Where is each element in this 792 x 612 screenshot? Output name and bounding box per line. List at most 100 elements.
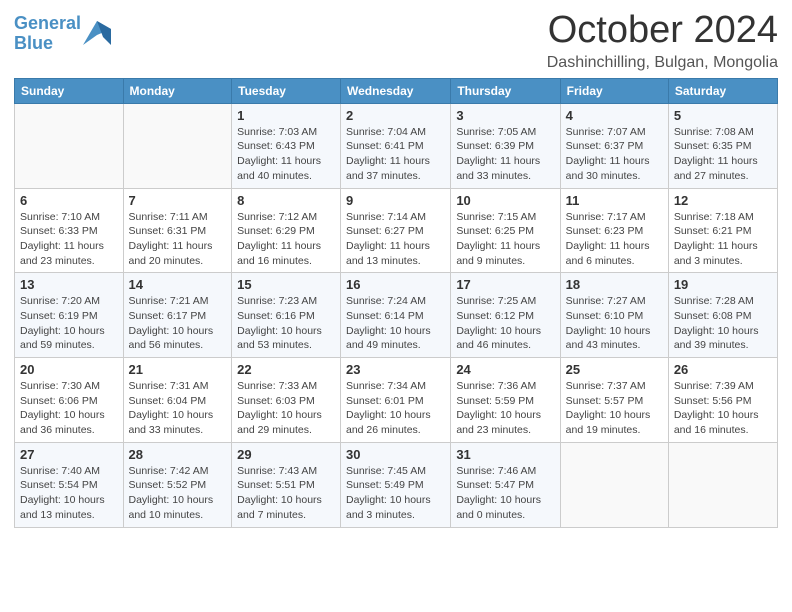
day-info: Sunrise: 7:45 AMSunset: 5:49 PMDaylight:…: [346, 464, 445, 523]
day-number: 9: [346, 193, 445, 208]
day-number: 1: [237, 108, 335, 123]
day-number: 19: [674, 277, 772, 292]
logo: General Blue: [14, 14, 111, 54]
logo-general: General: [14, 13, 81, 33]
day-number: 12: [674, 193, 772, 208]
calendar-cell: [668, 442, 777, 527]
day-number: 29: [237, 447, 335, 462]
title-block: October 2024 Dashinchilling, Bulgan, Mon…: [547, 10, 778, 72]
day-info: Sunrise: 7:10 AMSunset: 6:33 PMDaylight:…: [20, 210, 118, 269]
day-number: 11: [566, 193, 663, 208]
calendar-cell: 4Sunrise: 7:07 AMSunset: 6:37 PMDaylight…: [560, 103, 668, 188]
day-number: 7: [129, 193, 227, 208]
calendar-cell: 20 Sunrise: 7:30 AMSunset: 6:06 PMDayligh…: [15, 358, 124, 443]
calendar-cell: 12 Sunrise: 7:18 AMSunset: 6:21 PMDayligh…: [668, 188, 777, 273]
col-tuesday: Tuesday: [232, 78, 341, 103]
day-info: Sunrise: 7:46 AMSunset: 5:47 PMDaylight:…: [456, 464, 554, 523]
day-number: 18: [566, 277, 663, 292]
day-info: Sunrise: 7:04 AMSunset: 6:41 PMDaylight:…: [346, 125, 445, 184]
day-info: Sunrise: 7:40 AMSunset: 5:54 PMDaylight:…: [20, 464, 118, 523]
calendar-cell: 19 Sunrise: 7:28 AMSunset: 6:08 PMDayligh…: [668, 273, 777, 358]
calendar-cell: 8 Sunrise: 7:12 AMSunset: 6:29 PMDaylight…: [232, 188, 341, 273]
day-info: Sunrise: 7:30 AMSunset: 6:06 PMDaylight:…: [20, 379, 118, 438]
day-number: 2: [346, 108, 445, 123]
day-info: Sunrise: 7:33 AMSunset: 6:03 PMDaylight:…: [237, 379, 335, 438]
day-info: Sunrise: 7:15 AMSunset: 6:25 PMDaylight:…: [456, 210, 554, 269]
day-info: Sunrise: 7:39 AMSunset: 5:56 PMDaylight:…: [674, 379, 772, 438]
calendar-cell: [560, 442, 668, 527]
col-monday: Monday: [123, 78, 232, 103]
calendar-cell: 28 Sunrise: 7:42 AMSunset: 5:52 PMDayligh…: [123, 442, 232, 527]
day-info: Sunrise: 7:23 AMSunset: 6:16 PMDaylight:…: [237, 294, 335, 353]
day-info: Sunrise: 7:25 AMSunset: 6:12 PMDaylight:…: [456, 294, 554, 353]
calendar-cell: 29 Sunrise: 7:43 AMSunset: 5:51 PMDayligh…: [232, 442, 341, 527]
calendar-cell: 17 Sunrise: 7:25 AMSunset: 6:12 PMDayligh…: [451, 273, 560, 358]
day-number: 17: [456, 277, 554, 292]
day-number: 4: [566, 108, 663, 123]
col-wednesday: Wednesday: [341, 78, 451, 103]
calendar-cell: 1 Sunrise: 7:03 AMSunset: 6:43 PMDaylight…: [232, 103, 341, 188]
calendar-cell: 15 Sunrise: 7:23 AMSunset: 6:16 PMDayligh…: [232, 273, 341, 358]
calendar-cell: 22 Sunrise: 7:33 AMSunset: 6:03 PMDayligh…: [232, 358, 341, 443]
day-number: 27: [20, 447, 118, 462]
day-info: Sunrise: 7:31 AMSunset: 6:04 PMDaylight:…: [129, 379, 227, 438]
logo-text: General: [14, 14, 81, 34]
day-info: Sunrise: 7:05 AMSunset: 6:39 PMDaylight:…: [456, 125, 554, 184]
calendar-cell: 3 Sunrise: 7:05 AMSunset: 6:39 PMDaylight…: [451, 103, 560, 188]
col-thursday: Thursday: [451, 78, 560, 103]
day-number: 15: [237, 277, 335, 292]
day-number: 16: [346, 277, 445, 292]
calendar-cell: 5 Sunrise: 7:08 AMSunset: 6:35 PMDaylight…: [668, 103, 777, 188]
day-number: 25: [566, 362, 663, 377]
day-info: Sunrise: 7:42 AMSunset: 5:52 PMDaylight:…: [129, 464, 227, 523]
calendar-cell: 13 Sunrise: 7:20 AMSunset: 6:19 PMDayligh…: [15, 273, 124, 358]
day-number: 22: [237, 362, 335, 377]
day-info: Sunrise: 7:21 AMSunset: 6:17 PMDaylight:…: [129, 294, 227, 353]
day-number: 8: [237, 193, 335, 208]
day-info: Sunrise: 7:24 AMSunset: 6:14 PMDaylight:…: [346, 294, 445, 353]
day-info: Sunrise: 7:28 AMSunset: 6:08 PMDaylight:…: [674, 294, 772, 353]
logo-blue: Blue: [14, 34, 81, 54]
day-number: 5: [674, 108, 772, 123]
calendar-cell: 23 Sunrise: 7:34 AMSunset: 6:01 PMDayligh…: [341, 358, 451, 443]
day-info: Sunrise: 7:27 AMSunset: 6:10 PMDaylight:…: [566, 294, 663, 353]
location-subtitle: Dashinchilling, Bulgan, Mongolia: [547, 54, 778, 72]
day-info: Sunrise: 7:36 AMSunset: 5:59 PMDaylight:…: [456, 379, 554, 438]
calendar-cell: 27 Sunrise: 7:40 AMSunset: 5:54 PMDayligh…: [15, 442, 124, 527]
calendar-cell: 25Sunrise: 7:37 AMSunset: 5:57 PMDayligh…: [560, 358, 668, 443]
calendar-cell: 18 Sunrise: 7:27 AMSunset: 6:10 PMDayligh…: [560, 273, 668, 358]
month-title: October 2024: [547, 10, 778, 52]
day-info: Sunrise: 7:20 AMSunset: 6:19 PMDaylight:…: [20, 294, 118, 353]
calendar-cell: 21 Sunrise: 7:31 AMSunset: 6:04 PMDayligh…: [123, 358, 232, 443]
day-number: 23: [346, 362, 445, 377]
calendar-cell: 14Sunrise: 7:21 AMSunset: 6:17 PMDayligh…: [123, 273, 232, 358]
calendar-cell: 6Sunrise: 7:10 AMSunset: 6:33 PMDaylight…: [15, 188, 124, 273]
day-number: 28: [129, 447, 227, 462]
calendar-cell: 2 Sunrise: 7:04 AMSunset: 6:41 PMDaylight…: [341, 103, 451, 188]
day-number: 10: [456, 193, 554, 208]
day-info: Sunrise: 7:08 AMSunset: 6:35 PMDaylight:…: [674, 125, 772, 184]
day-info: Sunrise: 7:12 AMSunset: 6:29 PMDaylight:…: [237, 210, 335, 269]
calendar-cell: 7Sunrise: 7:11 AMSunset: 6:31 PMDaylight…: [123, 188, 232, 273]
day-info: Sunrise: 7:14 AMSunset: 6:27 PMDaylight:…: [346, 210, 445, 269]
day-info: Sunrise: 7:34 AMSunset: 6:01 PMDaylight:…: [346, 379, 445, 438]
calendar-cell: 11Sunrise: 7:17 AMSunset: 6:23 PMDayligh…: [560, 188, 668, 273]
day-number: 13: [20, 277, 118, 292]
calendar-cell: 16 Sunrise: 7:24 AMSunset: 6:14 PMDayligh…: [341, 273, 451, 358]
day-number: 30: [346, 447, 445, 462]
day-number: 3: [456, 108, 554, 123]
calendar-table: Sunday Monday Tuesday Wednesday Thursday…: [14, 78, 778, 528]
day-number: 26: [674, 362, 772, 377]
logo-blue-text: Blue: [14, 33, 53, 53]
page: General Blue October 2024 Dashinchilling…: [0, 0, 792, 612]
day-info: Sunrise: 7:03 AMSunset: 6:43 PMDaylight:…: [237, 125, 335, 184]
col-saturday: Saturday: [668, 78, 777, 103]
header: General Blue October 2024 Dashinchilling…: [14, 10, 778, 72]
day-number: 20: [20, 362, 118, 377]
calendar-cell: [123, 103, 232, 188]
logo-bird-icon: [83, 21, 111, 45]
day-info: Sunrise: 7:18 AMSunset: 6:21 PMDaylight:…: [674, 210, 772, 269]
day-number: 31: [456, 447, 554, 462]
day-info: Sunrise: 7:43 AMSunset: 5:51 PMDaylight:…: [237, 464, 335, 523]
day-number: 21: [129, 362, 227, 377]
